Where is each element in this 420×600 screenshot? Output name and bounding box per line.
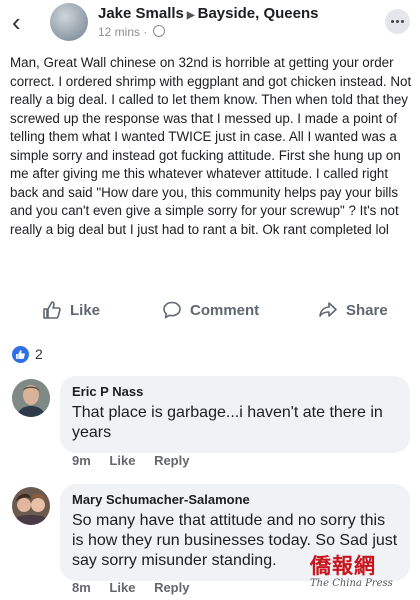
post-time[interactable]: 12 mins	[98, 25, 140, 39]
person-photo-icon	[12, 379, 50, 417]
comment-like-link[interactable]: Like	[109, 580, 135, 595]
person-photo-icon	[12, 487, 50, 525]
like-label: Like	[70, 301, 101, 319]
back-chevron-icon[interactable]: ‹	[12, 9, 21, 35]
comment-bubble[interactable]: Eric P Nass That place is garbage...i ha…	[60, 376, 410, 453]
china-press-watermark: 僑報網 The China Press	[310, 550, 406, 589]
like-reaction-icon	[12, 345, 29, 363]
share-arrow-icon	[319, 302, 337, 317]
commenter-avatar[interactable]	[12, 379, 50, 417]
author-avatar[interactable]	[50, 3, 88, 41]
share-label: Share	[346, 301, 388, 319]
arrow-right-icon: ▶	[186, 10, 195, 21]
watermark-chinese: 僑報網	[310, 553, 376, 578]
post-body-text: Man, Great Wall chinese on 32nd is horri…	[10, 55, 412, 237]
watermark-english: The China Press	[310, 578, 393, 589]
comment-reply-link[interactable]: Reply	[154, 453, 189, 468]
meta-separator: ·	[143, 25, 148, 39]
post-actions-bar: Like Comment Share	[0, 292, 420, 328]
comment-icon	[163, 301, 181, 319]
author-line: Jake Smalls ▶ Bayside, Queens	[98, 5, 319, 22]
globe-icon	[152, 25, 165, 37]
comment-reply-link[interactable]: Reply	[154, 580, 189, 595]
commenter-name[interactable]: Mary Schumacher-Salamone	[72, 492, 398, 507]
group-name[interactable]: Bayside, Queens	[198, 5, 319, 22]
comment-meta: 8m Like Reply	[72, 580, 204, 595]
reactions-summary[interactable]: 2	[12, 344, 43, 364]
thumbs-up-icon	[43, 301, 61, 319]
author-name[interactable]: Jake Smalls	[98, 5, 184, 22]
post-header: ‹ Jake Smalls ▶ Bayside, Queens 12 mins ·	[0, 0, 420, 46]
like-button[interactable]: Like	[42, 292, 100, 328]
comment-button[interactable]: Comment	[162, 292, 259, 328]
comment-time[interactable]: 8m	[72, 580, 91, 595]
comment-text: That place is garbage...i haven't ate th…	[72, 404, 383, 441]
comment-label: Comment	[190, 301, 260, 319]
dot-icon	[396, 20, 399, 23]
comment-like-link[interactable]: Like	[109, 453, 135, 468]
commenter-avatar[interactable]	[12, 487, 50, 525]
comment-meta: 9m Like Reply	[72, 453, 204, 468]
post-meta: 12 mins ·	[98, 25, 165, 39]
reaction-count: 2	[35, 346, 43, 362]
thumbs-up-icon	[16, 349, 25, 359]
comment-time[interactable]: 9m	[72, 453, 91, 468]
more-options-button[interactable]	[385, 9, 410, 34]
dot-icon	[401, 20, 404, 23]
commenter-name[interactable]: Eric P Nass	[72, 384, 398, 399]
share-button[interactable]: Share	[318, 292, 388, 328]
dot-icon	[391, 20, 394, 23]
